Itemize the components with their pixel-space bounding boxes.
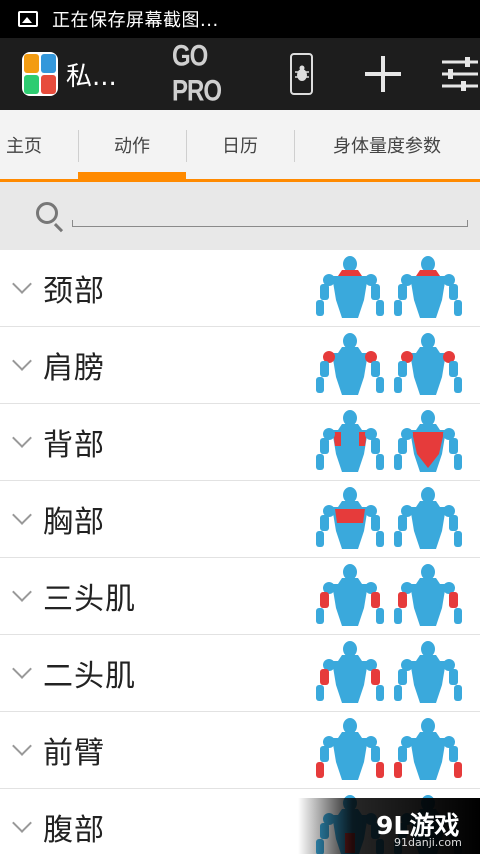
muscle-group-row[interactable]: 三头肌: [0, 558, 480, 635]
muscle-highlight-figures: [314, 256, 466, 320]
muscle-group-row[interactable]: 颈部: [0, 250, 480, 327]
muscle-group-row[interactable]: 背部: [0, 404, 480, 481]
status-text: 正在保存屏幕截图...: [52, 10, 219, 31]
search-underline: [72, 220, 468, 227]
add-icon[interactable]: [365, 56, 401, 92]
go-pro-button[interactable]: GO PRO: [172, 39, 244, 109]
muscle-group-list: 颈部肩膀背部胸部三头肌二头肌前臂腹部: [0, 250, 480, 854]
muscle-group-label: 肩膀: [43, 351, 105, 386]
muscle-group-label: 三头肌: [43, 582, 136, 617]
muscle-highlight-figures: [314, 333, 466, 397]
muscle-highlight-figures: [314, 641, 466, 705]
app-logo-icon[interactable]: [22, 52, 58, 96]
image-icon: [18, 11, 38, 27]
muscle-group-row[interactable]: 二头肌: [0, 635, 480, 712]
settings-sliders-icon[interactable]: [440, 54, 480, 94]
chevron-down-icon[interactable]: [12, 659, 32, 679]
watermark: 9L游戏 91danji.com: [298, 798, 480, 854]
muscle-group-label: 胸部: [43, 505, 105, 540]
action-bar: 私... GO PRO: [0, 38, 480, 110]
tab-home[interactable]: 主页: [0, 110, 78, 179]
muscle-group-label: 二头肌: [43, 659, 136, 694]
chevron-down-icon[interactable]: [12, 505, 32, 525]
bug-report-button[interactable]: [290, 53, 314, 95]
muscle-highlight-figures: [314, 718, 466, 782]
bug-icon: [294, 65, 309, 81]
muscle-highlight-figures: [314, 410, 466, 474]
tab-exercises[interactable]: 动作: [78, 110, 186, 179]
search-bar: [0, 182, 480, 250]
muscle-group-label: 腹部: [43, 813, 105, 848]
muscle-group-label: 前臂: [43, 736, 105, 771]
chevron-down-icon[interactable]: [12, 813, 32, 833]
chevron-down-icon[interactable]: [12, 736, 32, 756]
muscle-group-label: 背部: [43, 428, 105, 463]
muscle-group-row[interactable]: 肩膀: [0, 327, 480, 404]
app-title: 私...: [66, 61, 117, 92]
chevron-down-icon[interactable]: [12, 582, 32, 602]
muscle-group-label: 颈部: [43, 274, 105, 309]
muscle-group-row[interactable]: 胸部: [0, 481, 480, 558]
search-icon[interactable]: [36, 202, 58, 224]
watermark-domain: 91danji.com: [394, 836, 462, 849]
muscle-highlight-figures: [314, 487, 466, 551]
search-input[interactable]: [72, 196, 468, 226]
tab-body-measurements[interactable]: 身体量度参数: [294, 110, 480, 179]
status-bar: 正在保存屏幕截图...: [0, 0, 480, 38]
chevron-down-icon[interactable]: [12, 428, 32, 448]
muscle-highlight-figures: [314, 564, 466, 628]
tab-calendar[interactable]: 日历: [186, 110, 294, 179]
muscle-group-row[interactable]: 前臂: [0, 712, 480, 789]
chevron-down-icon[interactable]: [12, 351, 32, 371]
chevron-down-icon[interactable]: [12, 274, 32, 294]
tab-bar: 主页 动作 日历 身体量度参数: [0, 110, 480, 182]
